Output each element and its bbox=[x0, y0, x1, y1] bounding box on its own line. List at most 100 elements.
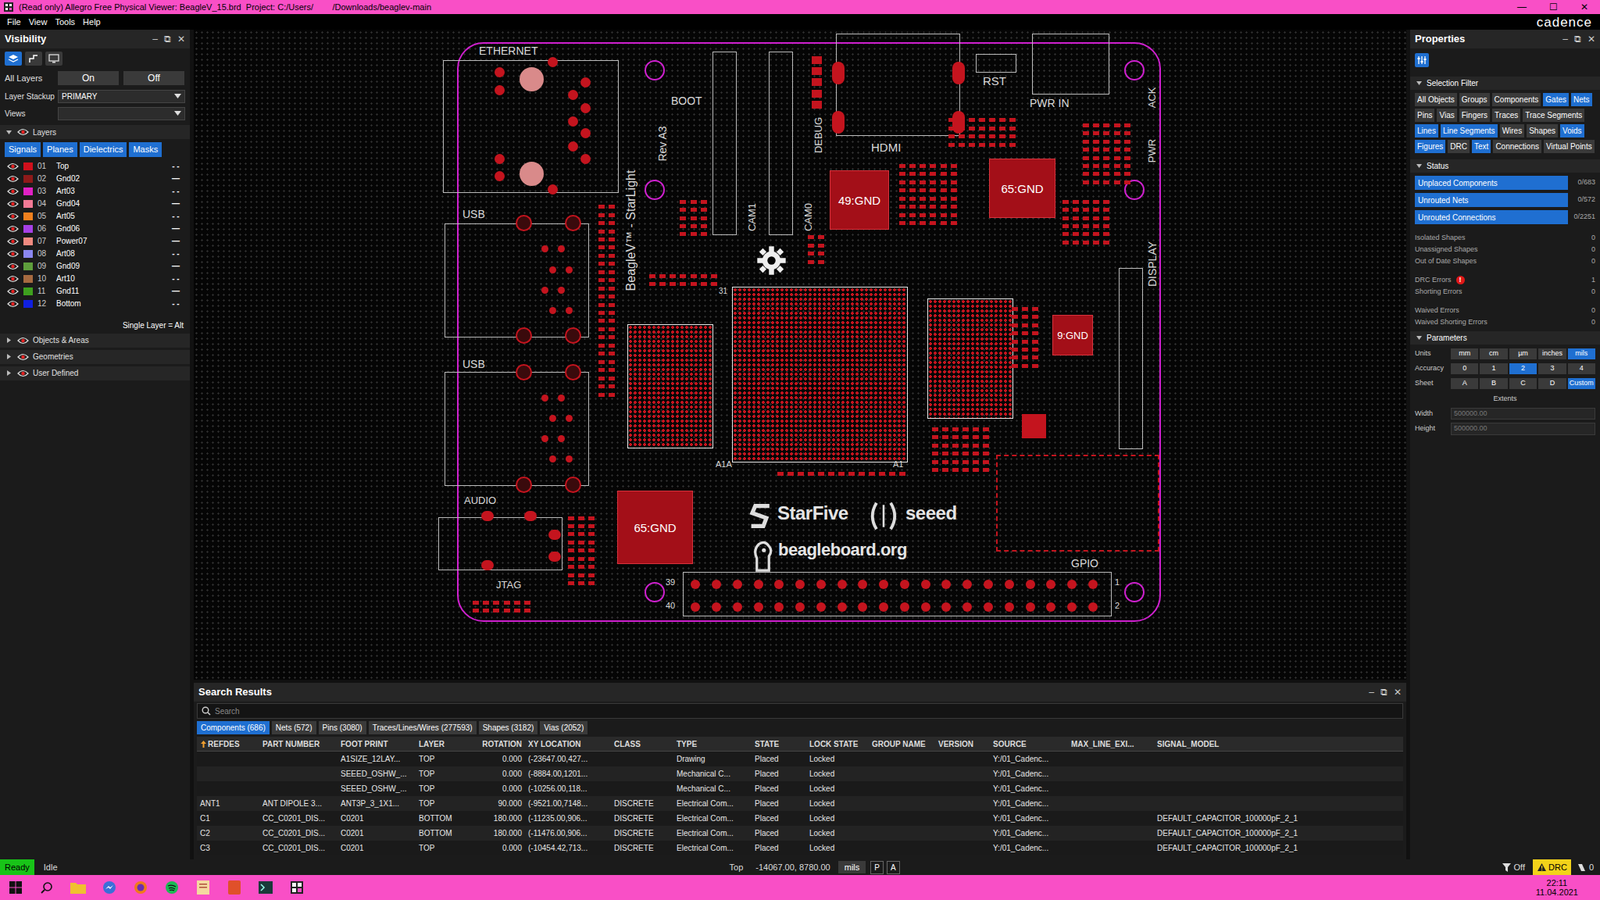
selection-filter-button[interactable]: Virtual Points bbox=[1543, 139, 1595, 154]
selection-filter-button[interactable]: Nets bbox=[1571, 92, 1593, 107]
status-bar-button[interactable]: Unrouted Nets bbox=[1414, 192, 1568, 208]
p-button[interactable]: P bbox=[870, 860, 884, 875]
clock[interactable]: 22:1111.04.2021 bbox=[1535, 878, 1579, 897]
selection-filter-button[interactable]: Connections bbox=[1492, 139, 1542, 154]
eye-icon[interactable] bbox=[6, 187, 19, 196]
eye-icon[interactable] bbox=[6, 200, 19, 208]
selection-filter-button[interactable]: Trace Segments bbox=[1522, 108, 1585, 122]
table-row[interactable]: SEEED_OSHW_...TOP0.000(-8884.00,1201...M… bbox=[196, 766, 1404, 782]
spotify-icon[interactable] bbox=[156, 875, 188, 900]
accuracy-option[interactable]: 2 bbox=[1509, 363, 1537, 375]
panel-control[interactable]: ✕ bbox=[177, 34, 186, 44]
filter-button[interactable]: Planes bbox=[42, 142, 78, 158]
panel-control[interactable]: – bbox=[1368, 687, 1375, 697]
units-button[interactable]: mils bbox=[838, 860, 867, 875]
sheet-option[interactable]: D bbox=[1538, 378, 1566, 390]
result-tab[interactable]: Shapes (3182) bbox=[478, 721, 539, 735]
layer-color-swatch[interactable] bbox=[23, 262, 33, 271]
layer-color-swatch[interactable] bbox=[23, 225, 33, 233]
units-option[interactable]: mils bbox=[1567, 348, 1596, 360]
sheet-option[interactable]: B bbox=[1479, 378, 1508, 390]
search-icon[interactable] bbox=[31, 875, 63, 900]
layer-row[interactable]: 12Bottom- - bbox=[0, 297, 190, 311]
sheet-option[interactable]: A bbox=[1450, 378, 1479, 390]
layer-row[interactable]: 05Art05- - bbox=[0, 210, 190, 223]
app-icon[interactable] bbox=[218, 875, 250, 900]
a-button[interactable]: A bbox=[886, 860, 900, 875]
selection-filter-button[interactable]: Voids bbox=[1560, 124, 1584, 138]
layer-row[interactable]: 04Gnd04— bbox=[0, 197, 190, 211]
panel-control[interactable]: ⧉ bbox=[1574, 34, 1582, 44]
units-option[interactable]: inches bbox=[1538, 348, 1566, 360]
layer-row[interactable]: 02Gnd02— bbox=[0, 172, 190, 186]
window-control[interactable]: ✕ bbox=[1568, 0, 1600, 15]
selection-filter-button[interactable]: Lines bbox=[1414, 124, 1439, 138]
units-option[interactable]: mm bbox=[1450, 348, 1479, 360]
layer-row[interactable]: 01Top- - bbox=[0, 160, 190, 173]
filter-button[interactable]: Dielectrics bbox=[79, 142, 128, 158]
units-option[interactable]: cm bbox=[1479, 348, 1508, 360]
panel-control[interactable]: – bbox=[1562, 34, 1568, 44]
table-row[interactable]: SEEED_OSHW_...TOP0.000(-10256.00,118...M… bbox=[196, 781, 1404, 797]
eye-icon[interactable] bbox=[6, 250, 19, 258]
selection-filter-button[interactable]: Fingers bbox=[1459, 108, 1490, 122]
section-header[interactable]: Geometries bbox=[0, 350, 190, 365]
layer-color-swatch[interactable] bbox=[23, 162, 33, 171]
column-header[interactable]: LOCK STATE bbox=[806, 738, 869, 750]
layer-color-swatch[interactable] bbox=[23, 200, 33, 208]
selection-filter-button[interactable]: Line Segments bbox=[1440, 124, 1498, 138]
table-row[interactable]: ANT1ANT DIPOLE 3...ANT3P_3_1X1...TOP90.0… bbox=[196, 796, 1404, 811]
layer-row[interactable]: 06Gnd06— bbox=[0, 222, 190, 236]
result-tab[interactable]: Vias (2052) bbox=[539, 721, 588, 735]
selection-filter-button[interactable]: All Objects bbox=[1414, 92, 1458, 107]
column-header[interactable]: TYPE bbox=[673, 738, 752, 750]
selection-filter-button[interactable]: Figures bbox=[1414, 139, 1446, 154]
column-header[interactable]: ROTATION bbox=[470, 738, 525, 750]
units-option[interactable]: µm bbox=[1509, 348, 1537, 360]
notes-icon[interactable] bbox=[187, 875, 219, 900]
eye-icon[interactable] bbox=[6, 275, 19, 283]
eye-icon[interactable] bbox=[6, 237, 19, 246]
layers-header[interactable]: Layers bbox=[0, 125, 190, 140]
sheet-option[interactable]: Custom bbox=[1567, 378, 1596, 390]
eye-icon[interactable] bbox=[6, 212, 19, 221]
messenger-icon[interactable] bbox=[93, 875, 125, 900]
stackup-select[interactable]: PRIMARY bbox=[57, 89, 186, 104]
selection-filter-button[interactable]: Wires bbox=[1500, 124, 1525, 138]
status-bar-button[interactable]: Unplaced Components bbox=[1414, 175, 1568, 190]
table-row[interactable]: C1CC_C0201_DIS...C0201BOTTOM180.000(-112… bbox=[196, 810, 1404, 826]
layer-row[interactable]: 09Gnd09— bbox=[0, 260, 190, 273]
eye-icon[interactable] bbox=[6, 175, 19, 183]
drc-indicator[interactable]: DRC bbox=[1532, 859, 1572, 875]
sheet-option[interactable]: C bbox=[1509, 378, 1537, 390]
selection-filter-button[interactable]: Text bbox=[1471, 139, 1491, 154]
off-button[interactable]: Off bbox=[123, 71, 185, 86]
column-header[interactable]: REFDES bbox=[196, 738, 260, 750]
on-button[interactable]: On bbox=[57, 71, 119, 86]
pcb-canvas[interactable]: 49:GND65:GND65:GND9:GNDETHERNETUSBUSBAUD… bbox=[193, 29, 1407, 680]
height-field[interactable]: 500000.00 bbox=[1450, 422, 1596, 436]
accuracy-option[interactable]: 4 bbox=[1567, 363, 1596, 375]
selection-filter-button[interactable]: Gates bbox=[1542, 92, 1569, 107]
terminal-icon[interactable] bbox=[250, 875, 282, 900]
layer-row[interactable]: 11Gnd11— bbox=[0, 285, 190, 298]
width-field[interactable]: 500000.00 bbox=[1450, 407, 1596, 421]
window-control[interactable]: ☐ bbox=[1537, 0, 1569, 15]
panel-control[interactable]: ✕ bbox=[1393, 687, 1402, 697]
filter-button[interactable]: Signals bbox=[4, 142, 41, 158]
accuracy-option[interactable]: 3 bbox=[1538, 363, 1566, 375]
firefox-icon[interactable] bbox=[125, 875, 157, 900]
folder-icon[interactable] bbox=[62, 875, 94, 900]
panel-control[interactable]: ✕ bbox=[1587, 34, 1596, 44]
menu-item[interactable]: Help bbox=[78, 15, 105, 29]
status-bar-button[interactable]: Unrouted Connections bbox=[1414, 210, 1568, 225]
layer-row[interactable]: 10Art10- - bbox=[0, 272, 190, 286]
views-select[interactable] bbox=[57, 107, 186, 121]
filter-button[interactable]: Masks bbox=[128, 142, 162, 158]
column-header[interactable]: PART NUMBER bbox=[259, 738, 338, 750]
selection-filter-button[interactable]: Groups bbox=[1459, 92, 1490, 107]
layer-color-swatch[interactable] bbox=[23, 300, 33, 308]
view-tab-icon[interactable] bbox=[25, 51, 43, 66]
panel-control[interactable]: – bbox=[152, 34, 158, 44]
menu-item[interactable]: Tools bbox=[50, 15, 79, 29]
